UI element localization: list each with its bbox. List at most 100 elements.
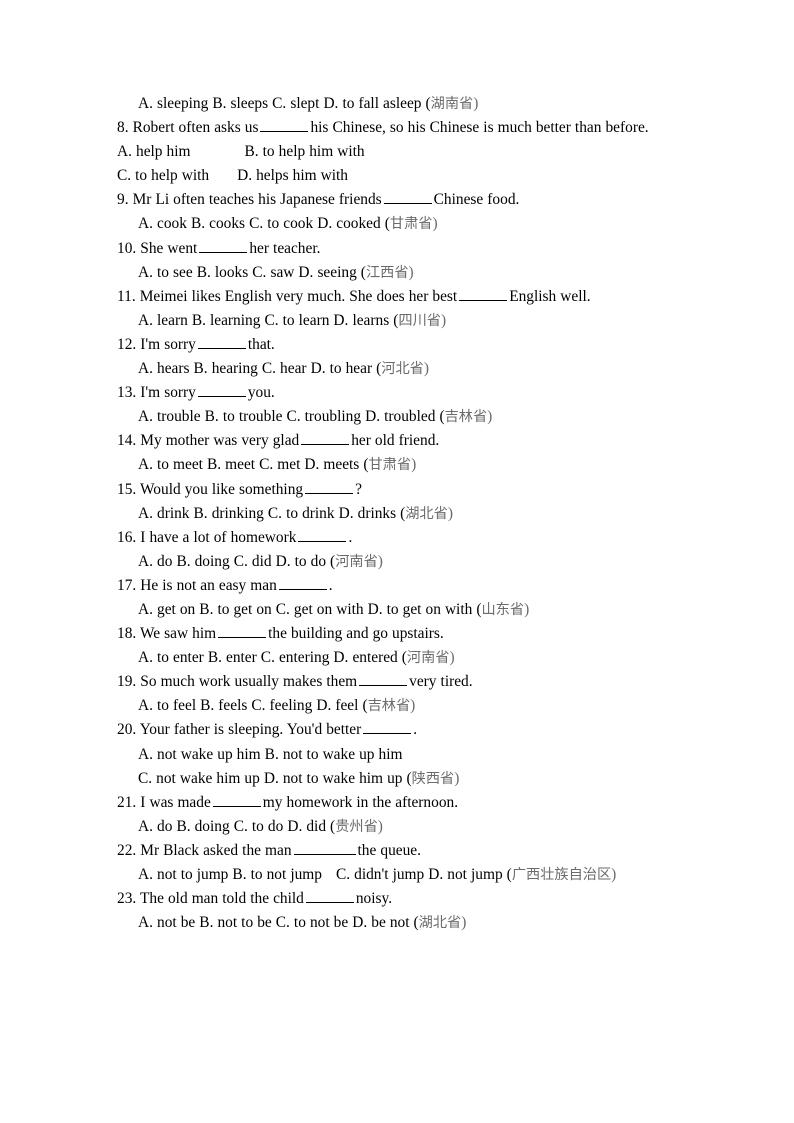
fill-in-blank[interactable]	[197, 334, 246, 349]
answer-options-line: A. not wake up him B. not to wake up him	[117, 743, 677, 767]
fill-in-blank[interactable]	[305, 478, 354, 494]
closing-paren: )	[440, 311, 447, 329]
question-text-cont: .	[348, 528, 353, 546]
province-annotation: 河南省	[335, 553, 378, 570]
fill-in-blank[interactable]	[212, 792, 261, 807]
question-text-cont: her teacher.	[249, 239, 321, 257]
fill-in-blank[interactable]	[293, 840, 356, 855]
question-text: 22. Mr Black asked the man	[117, 841, 292, 859]
question-line-21: 21. I was made my homework in the afterno…	[117, 791, 677, 815]
question-line-17: 17. He is not an easy man.	[117, 574, 677, 598]
fill-in-blank[interactable]	[305, 888, 354, 904]
question-line-18: 18. We saw him the building and go upstai…	[117, 622, 677, 646]
province-annotation: 河北省	[381, 361, 424, 378]
question-text-cont: .	[328, 576, 333, 594]
option-b: B. to help him with	[244, 143, 365, 161]
question-text-cont: his Chinese, so his Chinese is much bett…	[310, 119, 649, 137]
fill-in-blank[interactable]	[363, 719, 412, 735]
fill-in-blank[interactable]	[383, 189, 432, 205]
province-annotation: 吉林省	[367, 698, 411, 715]
question-line-23: 23. The old man told the child noisy.	[117, 887, 677, 911]
document-page: A. sleeping B. sleeps C. slept D. to fal…	[0, 0, 794, 1123]
province-annotation: 广西壮族自治区	[511, 867, 612, 883]
answer-options-line: A. get on B. to get on C. get on with D.…	[117, 598, 677, 622]
question-text-cont: .	[413, 721, 418, 739]
question-text-cont: you.	[247, 384, 275, 402]
answer-options-line: A. learn B. learning C. to learn D. lear…	[117, 309, 677, 333]
question-text: 9. Mr Li often teaches his Japanese frie…	[117, 191, 382, 209]
answer-options-line: A. do B. doing C. to do D. did (贵州省)	[117, 815, 677, 839]
fill-in-blank[interactable]	[197, 382, 246, 398]
fill-in-blank[interactable]	[199, 237, 248, 253]
closing-paren: )	[449, 649, 455, 667]
closing-paren: )	[377, 817, 383, 835]
question-line-13: 13. I'm sorry you.	[117, 381, 677, 405]
question-text: 14. My mother was very glad	[117, 432, 300, 450]
question-line-19: 19. So much work usually makes them very …	[117, 670, 677, 694]
province-annotation: 湖南省	[430, 96, 474, 112]
option-text: A. drink B. drinking C. to drink D. drin…	[138, 504, 406, 522]
option-cd: C. didn't jump D. not jump (	[335, 866, 512, 883]
question-text-cont: noisy.	[355, 890, 393, 908]
question-line-16: 16. I have a lot of homework.	[117, 526, 677, 550]
fill-in-blank[interactable]	[359, 671, 408, 687]
closing-paren: )	[473, 95, 479, 112]
option-text: A. hears B. hearing C. hear D. to hear (	[138, 360, 382, 378]
option-text: A. get on B. to get on C. get on with D.…	[138, 600, 482, 618]
closing-paren: )	[487, 408, 493, 426]
answer-options-line: A. to see B. looks C. saw D. seeing (江西省…	[117, 261, 677, 285]
closing-paren: )	[408, 263, 414, 281]
closing-paren: )	[461, 914, 467, 932]
fill-in-blank[interactable]	[298, 527, 347, 542]
fill-in-blank[interactable]	[459, 286, 508, 301]
option-text: A. do B. doing C. did D. to do (	[138, 552, 336, 570]
question-text: 17. He is not an easy man	[117, 576, 277, 594]
question-line-20: 20. Your father is sleeping. You'd bette…	[117, 718, 677, 742]
closing-paren: )	[454, 769, 460, 787]
question-line-14: 14. My mother was very glad her old frien…	[117, 429, 677, 453]
option-text: A. sleeping B. sleeps C. slept D. to fal…	[138, 95, 431, 112]
fill-in-blank[interactable]	[218, 623, 267, 639]
fill-in-blank[interactable]	[278, 575, 327, 590]
question-text-cont: the building and go upstairs.	[268, 625, 444, 643]
closing-paren: )	[423, 360, 429, 378]
answer-options-line: C. not wake him up D. not to wake him up…	[117, 767, 677, 791]
province-annotation: 江西省	[365, 264, 409, 281]
province-annotation: 贵州省	[335, 818, 378, 835]
closing-paren: )	[410, 697, 416, 715]
question-text: 10. She went	[117, 239, 198, 257]
option-d: D. helps him with	[237, 167, 348, 185]
option-ab: A. not to jump B. to not jump	[138, 866, 322, 883]
question-text-cont: English well.	[509, 287, 591, 305]
province-annotation: 湖北省	[405, 505, 448, 522]
answer-options-line: A. hears B. hearing C. hear D. to hear (…	[117, 357, 677, 381]
question-text: 13. I'm sorry	[117, 384, 196, 402]
question-text-cont: that.	[247, 335, 275, 353]
exercise-content: A. sleeping B. sleeps C. slept D. to fal…	[117, 92, 677, 935]
question-text: 20. Your father is sleeping. You'd bette…	[117, 721, 362, 739]
option-text: A. do B. doing C. to do D. did (	[138, 817, 336, 835]
option-text: A. to feel B. feels C. feeling D. feel (	[138, 697, 368, 715]
answer-options-line: A. sleeping B. sleeps C. slept D. to fal…	[117, 92, 677, 116]
answer-options-line: A. do B. doing C. did D. to do (河南省)	[117, 550, 677, 574]
question-text: 12. I'm sorry	[117, 335, 196, 353]
closing-paren: )	[524, 600, 530, 618]
option-c: C. to help with	[117, 167, 210, 185]
question-line-10: 10. She went her teacher.	[117, 237, 677, 261]
fill-in-blank[interactable]	[260, 117, 309, 133]
fill-in-blank[interactable]	[301, 430, 350, 446]
closing-paren: )	[377, 552, 383, 570]
option-text: A. not wake up him B. not to wake up him	[138, 745, 403, 763]
question-text: 11. Meimei likes English very much. She …	[117, 287, 458, 305]
closing-paren: )	[611, 866, 617, 883]
province-annotation: 河南省	[406, 650, 450, 667]
answer-options-line: A. help him B. to help him with	[117, 140, 677, 164]
option-text: A. to enter B. enter C. entering D. ente…	[138, 649, 407, 667]
question-text: 18. We saw him	[117, 625, 217, 643]
question-text-cont: ?	[355, 480, 362, 498]
answer-options-line: A. to enter B. enter C. entering D. ente…	[117, 646, 677, 670]
province-annotation: 吉林省	[444, 409, 488, 426]
answer-options-line: C. to help with D. helps him with	[117, 164, 677, 188]
option-text: A. learn B. learning C. to learn D. lear…	[138, 311, 399, 329]
question-text-cont: Chinese food.	[433, 191, 520, 209]
